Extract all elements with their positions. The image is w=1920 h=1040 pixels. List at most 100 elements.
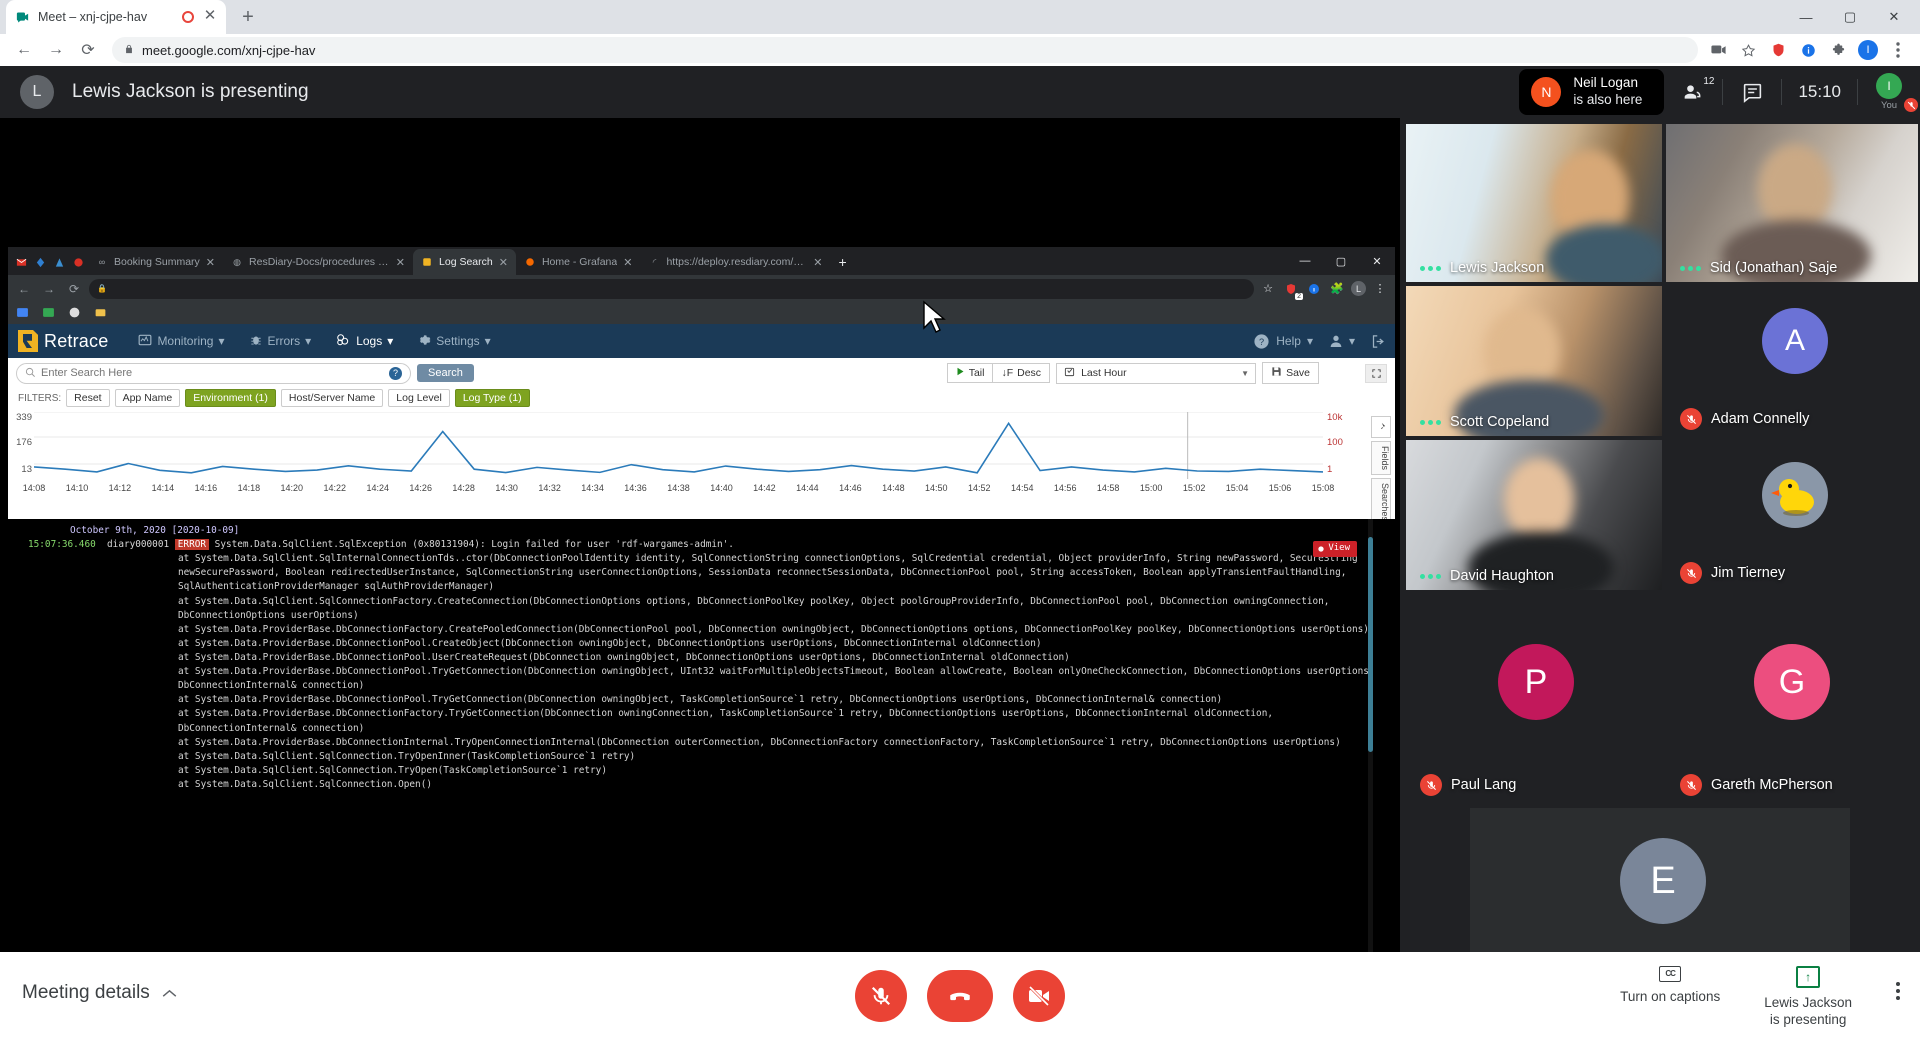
hangup-button[interactable]: [927, 970, 993, 1022]
shared-tab-2-close[interactable]: ✕: [499, 256, 508, 269]
camera-toggle-button[interactable]: [1013, 970, 1065, 1022]
shared-profile-avatar[interactable]: L: [1351, 281, 1366, 296]
nav-item-monitoring[interactable]: Monitoring ▾: [126, 324, 236, 358]
shared-tab-4-close[interactable]: ✕: [813, 256, 822, 269]
more-vert-icon[interactable]: [1888, 40, 1908, 60]
shared-tab-1-close[interactable]: ✕: [396, 256, 405, 269]
self-avatar-block[interactable]: I You: [1858, 66, 1920, 118]
address-bar[interactable]: meet.google.com/xnj-cjpe-hav: [112, 37, 1698, 63]
filter-chip-log-level[interactable]: Log Level: [388, 389, 450, 407]
shared-more-vert-icon[interactable]: ⋮: [1371, 280, 1389, 298]
nav-item-logs-label: Logs: [356, 334, 383, 348]
info-icon[interactable]: [1798, 40, 1818, 60]
save-button[interactable]: Save: [1262, 362, 1319, 384]
profile-avatar[interactable]: I: [1858, 40, 1878, 60]
browser-tab-meet[interactable]: Meet – xnj-cjpe-hav ✕: [6, 0, 226, 34]
logout-icon[interactable]: [1369, 332, 1387, 350]
shared-shield-icon[interactable]: 2: [1282, 280, 1303, 300]
nav-item-errors[interactable]: Errors ▾: [237, 324, 324, 358]
pin-icon[interactable]: [1371, 416, 1391, 438]
bookmark-icon-4[interactable]: [94, 306, 108, 320]
mic-toggle-button[interactable]: [855, 970, 907, 1022]
shared-tab-2[interactable]: Log Search ✕: [413, 249, 516, 275]
reload-icon[interactable]: ⟳: [74, 36, 102, 64]
x-tick-label: 14:18: [237, 483, 261, 493]
participant-tile-paul-lang[interactable]: P Paul Lang: [1406, 594, 1662, 802]
shared-info-icon[interactable]: [1305, 280, 1323, 298]
extensions-icon[interactable]: [1828, 40, 1848, 60]
filter-chip-reset[interactable]: Reset: [66, 389, 110, 407]
shared-tab-4[interactable]: ◜ https://deploy.resdiary.com/app/ ✕: [640, 249, 830, 275]
participant-tile-jim-tierney[interactable]: Jim Tierney: [1666, 440, 1918, 590]
time-range-select[interactable]: Last Hour ▼: [1056, 362, 1257, 384]
azure-icon[interactable]: [50, 249, 69, 275]
x-tick-label: 14:28: [452, 483, 475, 493]
participant-tile-adam-connelly[interactable]: A Adam Connelly: [1666, 286, 1918, 436]
forward-icon[interactable]: →: [42, 36, 70, 64]
participant-tile-lewis-jackson[interactable]: Lewis Jackson: [1406, 124, 1662, 282]
shared-extensions-icon[interactable]: 🧩: [1328, 280, 1346, 298]
console-scrollbar-thumb[interactable]: [1368, 537, 1373, 752]
new-tab-button[interactable]: +: [234, 3, 262, 31]
shared-tab-1[interactable]: ◍ ResDiary-Docs/procedures at ma ✕: [223, 249, 413, 275]
browser-tab-close[interactable]: ✕: [202, 8, 218, 25]
nav-item-logs[interactable]: Logs ▾: [323, 324, 405, 358]
filter-chip-host-server[interactable]: Host/Server Name: [280, 389, 384, 407]
shared-reload-icon[interactable]: ⟳: [64, 279, 84, 299]
close-button[interactable]: ✕: [1872, 2, 1916, 32]
shared-minimize-button[interactable]: —: [1287, 247, 1323, 275]
shared-forward-icon[interactable]: →: [39, 279, 59, 299]
shared-tab-3-close[interactable]: ✕: [623, 256, 632, 269]
record-icon[interactable]: [69, 249, 88, 275]
bookmark-star-icon[interactable]: [1738, 40, 1758, 60]
shared-address-bar[interactable]: 🔒: [89, 278, 1254, 299]
shared-close-button[interactable]: ✕: [1359, 247, 1395, 275]
shield-icon[interactable]: [1768, 40, 1788, 60]
more-vert-icon[interactable]: [1896, 982, 1900, 1000]
question-icon[interactable]: ?: [389, 366, 402, 380]
sort-button[interactable]: ↓F Desc: [993, 363, 1051, 383]
expand-icon[interactable]: [1365, 363, 1387, 383]
bookmark-icon-1[interactable]: [16, 306, 30, 320]
shared-tab-0-close[interactable]: ✕: [206, 256, 215, 269]
shared-bookmark-star-icon[interactable]: ☆: [1259, 280, 1277, 298]
view-badge[interactable]: View: [1313, 541, 1357, 557]
user-menu[interactable]: ▾: [1327, 324, 1355, 358]
captions-button[interactable]: CC Turn on captions: [1620, 966, 1720, 1006]
minimize-button[interactable]: —: [1784, 2, 1828, 32]
search-input[interactable]: [41, 367, 384, 379]
sapphire-icon[interactable]: [31, 249, 50, 275]
side-tab-fields[interactable]: Fields: [1371, 441, 1391, 476]
filter-chip-log-type[interactable]: Log Type (1): [454, 389, 530, 407]
tail-button[interactable]: Tail: [946, 363, 994, 383]
shared-new-tab[interactable]: +: [830, 249, 854, 275]
bookmark-icon-3[interactable]: [68, 306, 82, 320]
screen-share-icon[interactable]: [1708, 40, 1728, 60]
participants-button[interactable]: 12: [1664, 66, 1722, 118]
search-box[interactable]: ?: [16, 362, 411, 384]
filter-chip-environment[interactable]: Environment (1): [185, 389, 276, 407]
maximize-button[interactable]: ▢: [1828, 2, 1872, 32]
shared-maximize-button[interactable]: ▢: [1323, 247, 1359, 275]
help-menu[interactable]: ? Help ▾: [1252, 324, 1313, 358]
meeting-details-button[interactable]: Meeting details: [22, 982, 177, 1004]
nav-item-settings[interactable]: Settings ▾: [405, 324, 502, 358]
participant-tile-scott-copeland[interactable]: Scott Copeland: [1406, 286, 1662, 436]
presenting-status-button[interactable]: ↑ Lewis Jackson is presenting: [1764, 966, 1852, 1029]
participant-tile-sid-saje[interactable]: Sid (Jonathan) Saje: [1666, 124, 1918, 282]
participant-tile-david-haughton[interactable]: David Haughton: [1406, 440, 1662, 590]
search-button[interactable]: Search: [417, 364, 474, 382]
y-tick-left-1: 176: [16, 437, 32, 448]
filter-chip-app-name[interactable]: App Name: [114, 389, 181, 407]
participant-tile-gareth-mcpherson[interactable]: G Gareth McPherson: [1666, 594, 1918, 802]
bookmark-icon-2[interactable]: [42, 306, 56, 320]
gmail-icon[interactable]: [12, 249, 31, 275]
shared-tab-3[interactable]: Home - Grafana ✕: [516, 249, 641, 275]
back-icon[interactable]: ←: [10, 36, 38, 64]
participant-name: Paul Lang: [1451, 777, 1517, 793]
shared-tab-0[interactable]: ∞ Booking Summary ✕: [88, 249, 223, 275]
log-console[interactable]: October 9th, 2020 [2020-10-09] 15:07:36.…: [8, 519, 1395, 1018]
chat-button[interactable]: [1723, 66, 1781, 118]
shared-back-icon[interactable]: ←: [14, 279, 34, 299]
captions-label: Turn on captions: [1620, 989, 1721, 1004]
